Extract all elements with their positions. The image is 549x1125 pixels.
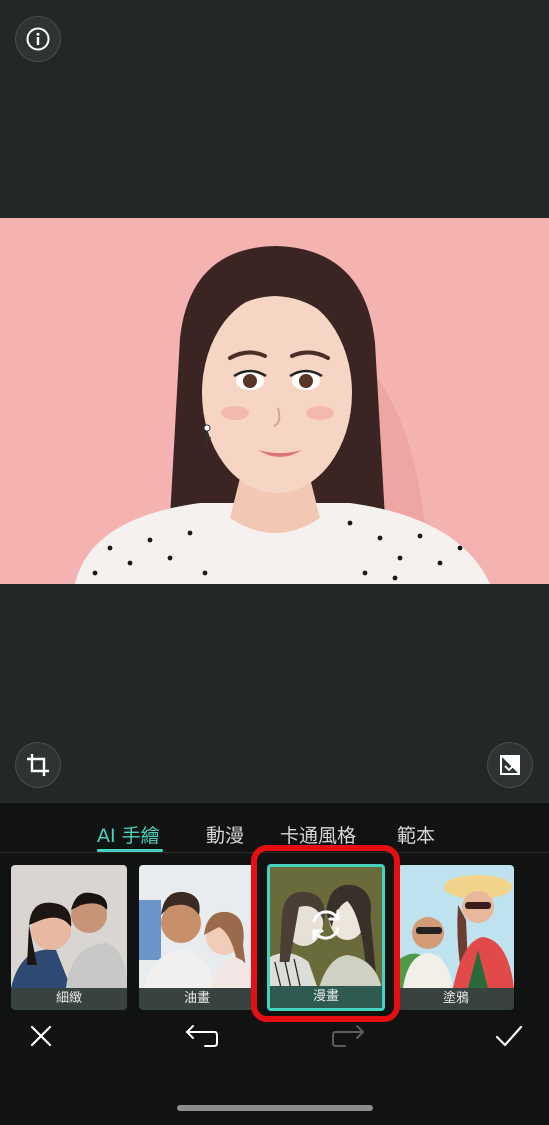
redo-button[interactable] bbox=[329, 1016, 369, 1056]
active-tab-indicator bbox=[97, 849, 163, 852]
style-label: 油畫 bbox=[139, 988, 255, 1010]
home-indicator[interactable] bbox=[177, 1105, 373, 1111]
style-thumbnail bbox=[139, 865, 255, 988]
canvas-area bbox=[0, 0, 549, 803]
tab-cartoon[interactable]: 卡通風格 bbox=[280, 821, 356, 848]
undo-button[interactable] bbox=[181, 1016, 221, 1056]
info-icon bbox=[26, 27, 50, 51]
tab-anime[interactable]: 動漫 bbox=[206, 821, 244, 848]
undo-icon bbox=[185, 1025, 218, 1047]
style-thumbnail bbox=[398, 865, 514, 988]
edited-photo bbox=[0, 218, 549, 584]
check-icon bbox=[495, 1025, 523, 1047]
selection-highlight bbox=[251, 845, 400, 1022]
style-label: 塗鴉 bbox=[398, 988, 514, 1010]
tab-ai-drawing[interactable]: AI 手繪 bbox=[97, 821, 160, 848]
info-button[interactable] bbox=[15, 16, 61, 62]
style-card-detailed[interactable]: 細緻 bbox=[11, 865, 127, 1010]
style-card-oil-painting[interactable]: 油畫 bbox=[139, 865, 255, 1010]
close-icon bbox=[30, 1025, 52, 1047]
style-thumbnail bbox=[11, 865, 127, 988]
tab-templates[interactable]: 範本 bbox=[397, 821, 435, 848]
crop-button[interactable] bbox=[15, 742, 61, 788]
crop-icon bbox=[27, 754, 49, 776]
cancel-button[interactable] bbox=[21, 1016, 61, 1056]
compare-button[interactable] bbox=[487, 742, 533, 788]
redo-icon bbox=[332, 1025, 365, 1047]
apply-button[interactable] bbox=[489, 1016, 529, 1056]
style-card-graffiti[interactable]: 塗鴉 bbox=[398, 865, 514, 1010]
style-label: 細緻 bbox=[11, 988, 127, 1010]
compare-icon bbox=[500, 755, 520, 775]
